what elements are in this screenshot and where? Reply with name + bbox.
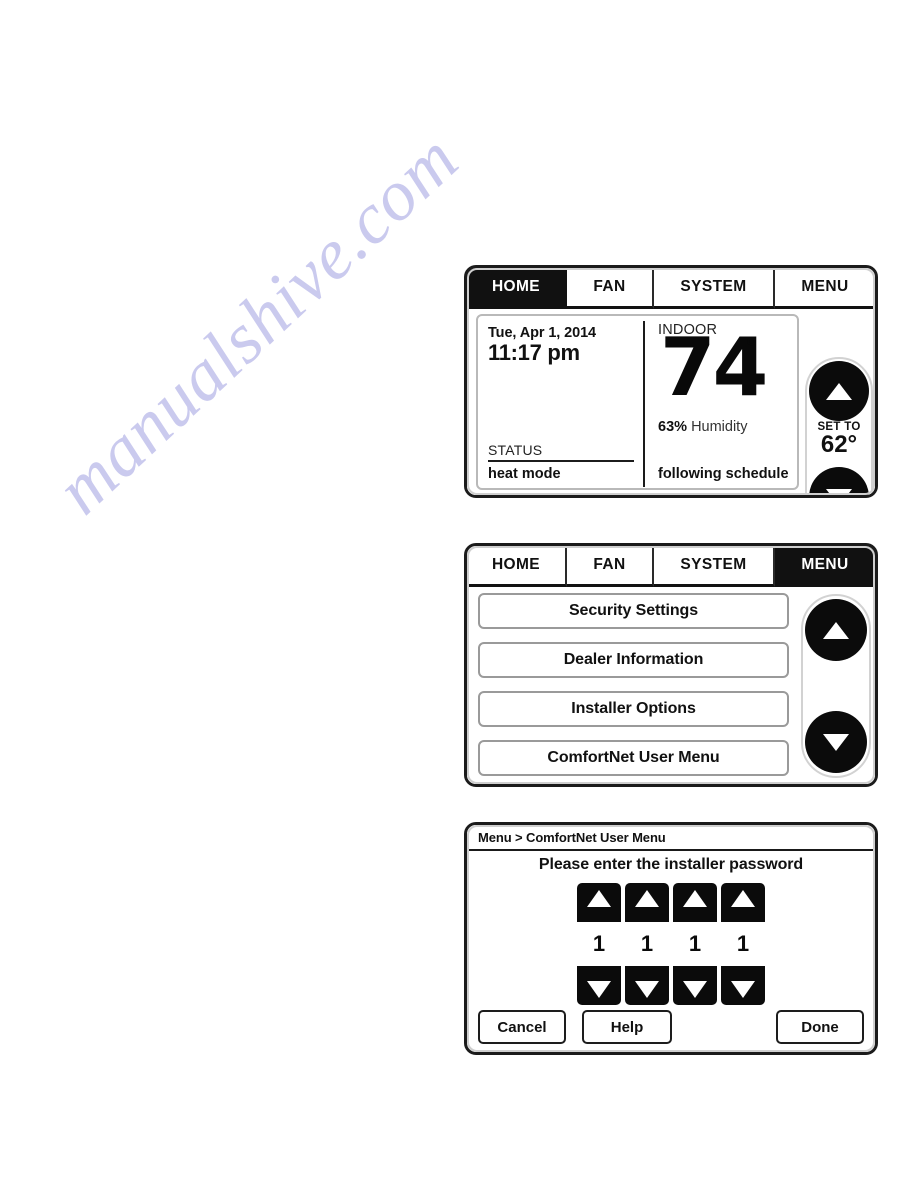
thermostat-password-screen: Menu > ComfortNet User Menu Please enter… (464, 822, 878, 1055)
screen-bezel-inner (467, 825, 875, 1052)
screen-bezel-inner (467, 268, 875, 495)
screen-bezel-inner (467, 546, 875, 784)
page-root: manualshive.com HOME FAN SYSTEM MENU Tue… (0, 0, 918, 1188)
thermostat-menu-screen: HOME FAN SYSTEM MENU Security Settings D… (464, 543, 878, 787)
thermostat-home-screen: HOME FAN SYSTEM MENU Tue, Apr 1, 2014 11… (464, 265, 878, 498)
